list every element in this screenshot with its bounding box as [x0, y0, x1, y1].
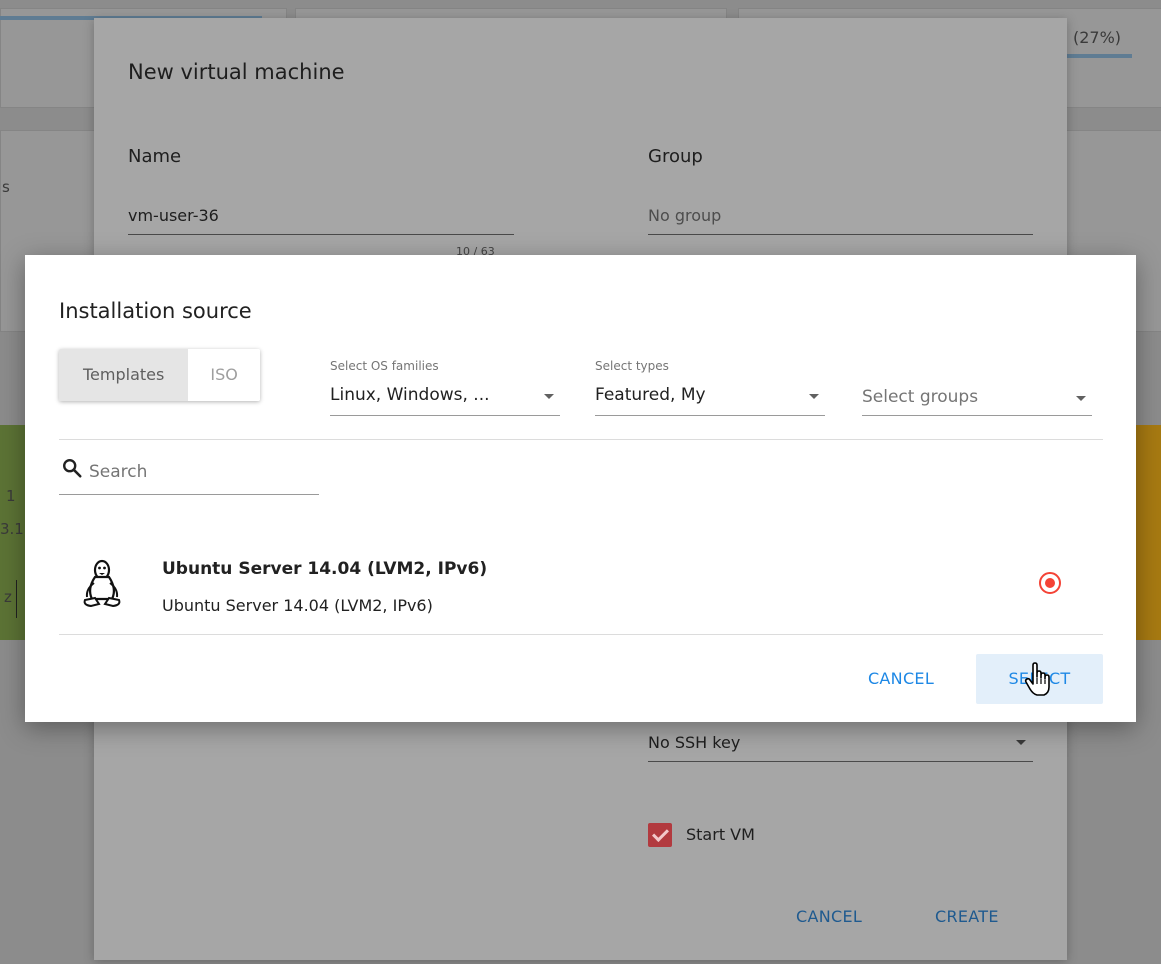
- list-divider: [59, 634, 1103, 635]
- source-select-button[interactable]: SELECT: [976, 654, 1103, 704]
- tab-iso[interactable]: ISO: [188, 349, 260, 401]
- bg-fragment-2: 1: [6, 487, 16, 505]
- template-name: Ubuntu Server 14.04 (LVM2, IPv6): [162, 559, 488, 579]
- ssh-underline: [648, 761, 1033, 762]
- groups-underline: [862, 415, 1092, 416]
- search-underline: [59, 494, 319, 495]
- vm-cancel-button[interactable]: CANCEL: [796, 907, 862, 926]
- types-chevron-down-icon: [809, 394, 819, 399]
- group-select[interactable]: No group: [648, 206, 721, 225]
- types-underline: [595, 415, 825, 416]
- name-input[interactable]: vm-user-36: [128, 206, 219, 225]
- os-families-label: Select OS families: [330, 359, 439, 373]
- os-families-select[interactable]: Select OS families Linux, Windows, ...: [330, 359, 560, 416]
- search-icon: [63, 459, 82, 478]
- bg-progress-text: (27%): [1073, 28, 1122, 47]
- groups-placeholder: Select groups: [862, 387, 979, 407]
- group-underline: [648, 234, 1033, 235]
- groups-chevron-down-icon: [1076, 396, 1086, 401]
- vm-create-button[interactable]: CREATE: [935, 907, 999, 926]
- bg-divider: [16, 580, 17, 618]
- types-label: Select types: [595, 359, 669, 373]
- name-label: Name: [128, 146, 182, 167]
- os-families-underline: [330, 415, 560, 416]
- source-cancel-button[interactable]: CANCEL: [851, 654, 951, 704]
- ssh-chevron-down-icon: [1016, 740, 1026, 745]
- template-list-item[interactable]: Ubuntu Server 14.04 (LVM2, IPv6) Ubuntu …: [59, 535, 1103, 635]
- tab-templates[interactable]: Templates: [59, 349, 189, 401]
- source-type-toggle: Templates ISO: [59, 349, 260, 401]
- groups-select[interactable]: Select groups: [862, 359, 1092, 416]
- template-description: Ubuntu Server 14.04 (LVM2, IPv6): [162, 596, 433, 615]
- source-dialog-title: Installation source: [59, 299, 252, 323]
- types-value: Featured, My: [595, 385, 706, 405]
- name-underline: [128, 234, 514, 235]
- group-label: Group: [648, 146, 703, 167]
- types-select[interactable]: Select types Featured, My: [595, 359, 825, 416]
- os-families-chevron-down-icon: [544, 394, 554, 399]
- search-input[interactable]: [89, 457, 317, 487]
- installation-source-dialog: Installation source Templates ISO Select…: [25, 255, 1136, 722]
- os-families-value: Linux, Windows, ...: [330, 385, 490, 405]
- linux-tux-icon: [83, 559, 121, 608]
- start-vm-checkbox[interactable]: [648, 823, 672, 847]
- vm-dialog-title: New virtual machine: [128, 60, 345, 84]
- bg-fragment-4: z: [4, 588, 12, 606]
- bg-fragment-3: 3.1: [0, 520, 24, 538]
- bg-progress-bar-3: [1066, 54, 1132, 58]
- bg-fragment-1: s: [2, 178, 10, 196]
- template-search: [59, 453, 319, 497]
- template-radio-selected[interactable]: [1039, 572, 1061, 594]
- ssh-key-select[interactable]: No SSH key: [648, 733, 740, 752]
- start-vm-label: Start VM: [686, 825, 755, 844]
- filters-divider: [59, 439, 1103, 440]
